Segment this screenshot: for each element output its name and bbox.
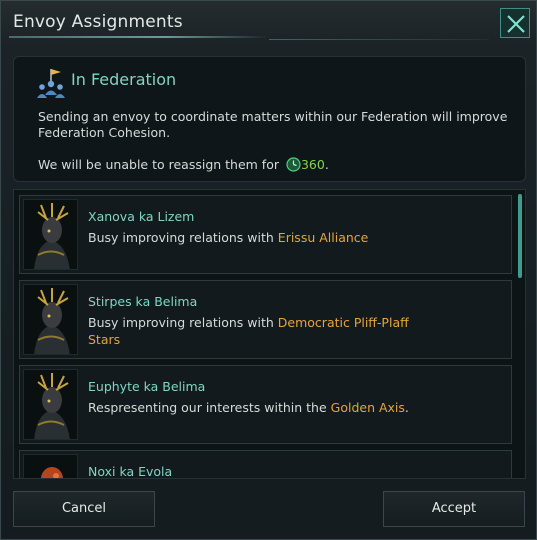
federation-icon xyxy=(37,69,65,98)
title-bar: Envoy Assignments xyxy=(1,1,536,45)
status-prefix: Busy improving relations with xyxy=(88,315,278,330)
accept-button[interactable]: Accept xyxy=(383,491,525,527)
close-icon xyxy=(507,15,525,33)
envoy-portrait xyxy=(23,454,78,478)
cancel-button[interactable]: Cancel xyxy=(13,491,155,527)
status-suffix: . xyxy=(404,400,409,415)
envoy-portrait xyxy=(23,199,78,270)
federation-description: Sending an envoy to coordinate matters w… xyxy=(38,109,508,140)
envoy-row[interactable]: Euphyte ka Belima Respresenting our inte… xyxy=(19,365,512,444)
status-prefix: Busy improving relations with xyxy=(88,230,278,245)
envoy-name: Euphyte ka Belima xyxy=(88,379,206,394)
dialog-footer: Cancel Accept xyxy=(1,479,536,539)
envoy-assignments-window: Envoy Assignments In Federation Sending … xyxy=(0,0,537,540)
title-underline-fade xyxy=(269,39,489,40)
envoy-portrait xyxy=(23,284,78,355)
envoy-status: Busy improving relations with Erissu All… xyxy=(88,229,428,246)
envoy-row[interactable]: Xanova ka Lizem Busy improving relations… xyxy=(19,195,512,274)
status-target: Golden Axis xyxy=(330,400,405,415)
federation-heading: In Federation xyxy=(71,70,177,89)
envoy-portrait xyxy=(23,369,78,440)
title-underline xyxy=(9,36,269,38)
envoy-name: Stirpes ka Belima xyxy=(88,294,198,309)
list-scrollbar[interactable] xyxy=(518,194,522,278)
envoy-row[interactable]: Noxi ka Evola xyxy=(19,450,512,479)
federation-info-panel: In Federation Sending an envoy to coordi… xyxy=(13,56,526,182)
envoy-row[interactable]: Stirpes ka Belima Busy improving relatio… xyxy=(19,280,512,359)
envoy-status: Busy improving relations with Democratic… xyxy=(88,314,428,348)
window-title: Envoy Assignments xyxy=(13,12,183,32)
cooldown-text: We will be unable to reassign them for 3… xyxy=(38,157,329,172)
envoy-status: Respresenting our interests within the G… xyxy=(88,399,428,416)
time-icon xyxy=(286,157,301,172)
status-target: Erissu Alliance xyxy=(277,230,369,245)
envoy-name: Xanova ka Lizem xyxy=(88,209,195,224)
close-button[interactable] xyxy=(500,8,530,38)
cooldown-prefix: We will be unable to reassign them for xyxy=(38,157,283,172)
cooldown-suffix: . xyxy=(324,157,329,172)
status-prefix: Respresenting our interests within the xyxy=(88,400,331,415)
envoy-list: Xanova ka Lizem Busy improving relations… xyxy=(13,189,526,479)
cooldown-value: 360 xyxy=(300,157,325,172)
envoy-name: Noxi ka Evola xyxy=(88,464,173,479)
